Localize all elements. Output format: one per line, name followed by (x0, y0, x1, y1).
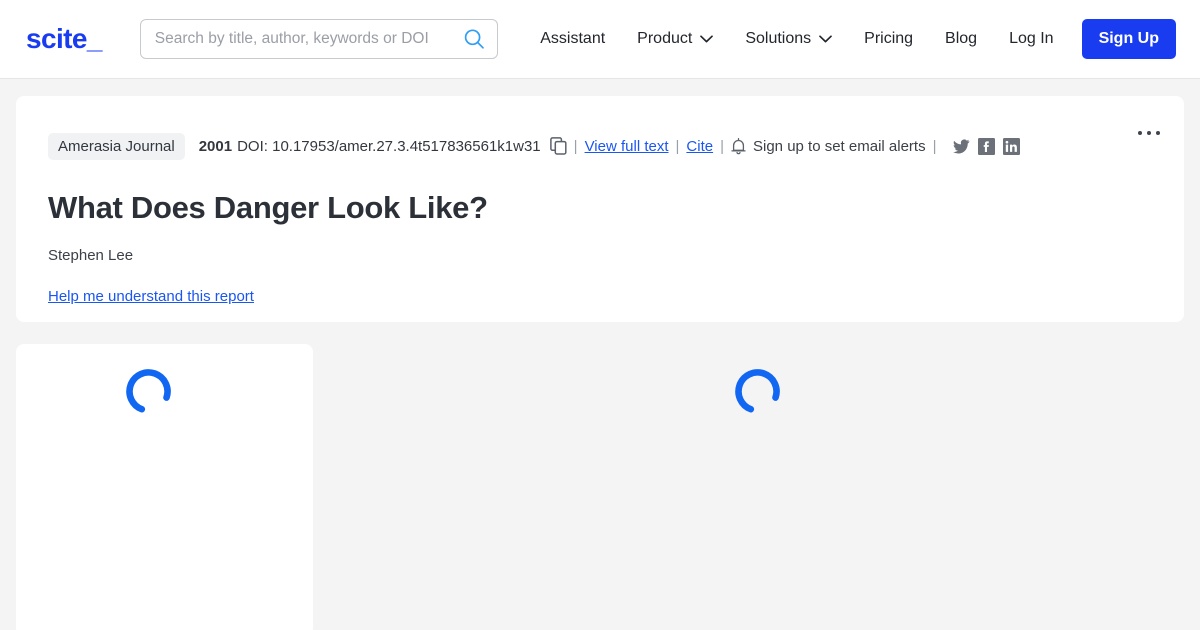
separator: | (720, 137, 724, 155)
search-input[interactable] (154, 30, 464, 48)
copy-icon[interactable] (541, 137, 567, 155)
nav-label: Solutions (745, 30, 812, 47)
nav-item-blog[interactable]: Blog (929, 22, 993, 56)
doi-label: DOI: 10.17953/amer.27.3.4t517836561k1w31 (237, 137, 541, 155)
paper-header-panel: Amerasia Journal 2001 DOI: 10.17953/amer… (16, 96, 1184, 322)
nav-item-product[interactable]: Product (621, 22, 729, 56)
nav-item-pricing[interactable]: Pricing (848, 22, 929, 56)
search-icon[interactable] (463, 28, 485, 50)
nav-label: Log In (1009, 30, 1054, 47)
separator: | (932, 137, 937, 155)
paper-authors: Stephen Lee (48, 247, 134, 264)
publication-year: 2001 (198, 137, 233, 155)
chevron-down-icon (700, 35, 714, 43)
journal-badge[interactable]: Amerasia Journal (48, 132, 185, 160)
site-header: scite_ Assistant Product Solutions (0, 0, 1200, 79)
loading-spinner (121, 364, 177, 420)
email-alerts-label[interactable]: Sign up to set email alerts (753, 138, 926, 155)
page-content: Amerasia Journal 2001 DOI: 10.17953/amer… (0, 79, 1200, 630)
cite-link[interactable]: Cite (686, 138, 713, 155)
nav-label: Assistant (540, 30, 606, 47)
nav-label: Product (637, 30, 693, 47)
dot (1156, 131, 1160, 135)
social-share-group (952, 137, 1020, 155)
main-results-area (313, 344, 1184, 630)
paper-metadata-row: Amerasia Journal 2001 DOI: 10.17953/amer… (48, 132, 1150, 160)
chevron-down-icon (819, 35, 832, 43)
more-options-button[interactable] (1132, 125, 1166, 141)
nav-label: Blog (945, 30, 978, 47)
scite-logo[interactable]: scite_ (26, 25, 102, 53)
linkedin-icon[interactable] (1002, 137, 1020, 155)
help-understand-report-link[interactable]: Help me understand this report (48, 288, 254, 305)
sign-up-button[interactable]: Sign Up (1081, 19, 1176, 59)
nav-item-solutions[interactable]: Solutions (729, 22, 848, 56)
twitter-icon[interactable] (952, 138, 970, 155)
facebook-icon[interactable] (977, 137, 995, 155)
lower-content-area (16, 344, 1184, 630)
dot (1147, 131, 1151, 135)
loading-spinner (730, 364, 786, 420)
nav-item-assistant[interactable]: Assistant (524, 22, 621, 56)
view-full-text-link[interactable]: View full text (585, 138, 669, 155)
sidebar-card (16, 344, 313, 630)
bell-icon[interactable] (731, 137, 753, 155)
search-bar[interactable] (139, 19, 499, 59)
separator: | (573, 137, 578, 155)
page-title: What Does Danger Look Like? (48, 190, 488, 225)
nav-label: Pricing (864, 30, 914, 47)
dot (1138, 131, 1142, 135)
separator: | (675, 137, 680, 155)
main-nav: Assistant Product Solutions Pricing Blog (524, 19, 1176, 59)
nav-item-login[interactable]: Log In (993, 22, 1069, 56)
